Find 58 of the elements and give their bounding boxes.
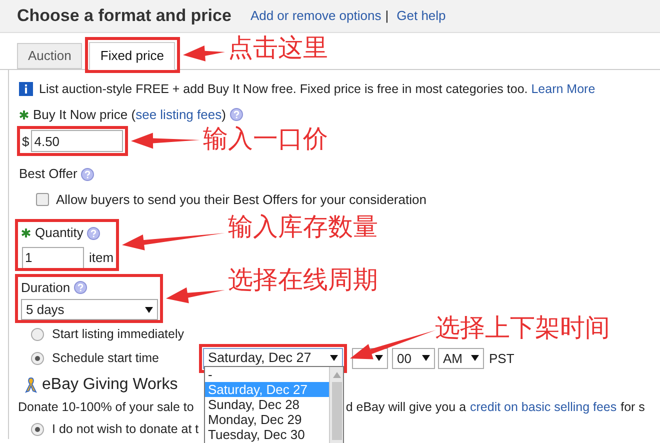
annotation-label: 选择在线周期 — [228, 265, 378, 295]
radio-button[interactable] — [31, 422, 44, 436]
listing-fees-link[interactable]: see listing fees — [136, 106, 222, 122]
help-icon[interactable] — [74, 281, 88, 294]
section-heading: eBay Giving Works — [42, 375, 178, 396]
radio-button[interactable] — [31, 328, 44, 342]
unit-label: item — [89, 249, 114, 267]
timezone-label: PST — [489, 350, 514, 368]
help-icon[interactable] — [87, 226, 100, 240]
field-label: Best Offer — [19, 165, 78, 184]
caret-icon — [422, 355, 430, 362]
checkbox-label: Allow buyers to send you their Best Offers for your consideration — [56, 190, 426, 209]
duration-select[interactable]: 5 days — [21, 299, 158, 320]
quantity-input[interactable]: 1 — [22, 246, 84, 269]
help-link[interactable]: Get help — [396, 6, 446, 26]
help-icon[interactable] — [81, 168, 94, 180]
annotation-label: 输入一口价 — [203, 124, 328, 154]
checkbox[interactable] — [36, 193, 49, 206]
ribbon-icon — [25, 377, 37, 394]
field-label: Buy It Now price (see listing fees) — [33, 106, 226, 124]
caret-icon — [145, 306, 153, 313]
section-title: Choose a format and price — [17, 5, 232, 28]
field-label: Duration — [21, 278, 70, 297]
caret-icon — [330, 355, 338, 362]
dropdown-option[interactable]: - — [205, 367, 329, 382]
radio-label: I do not wish to donate at t — [52, 421, 199, 438]
scroll-up-icon[interactable] — [332, 372, 340, 378]
donate-text: for s — [620, 399, 645, 416]
info-icon — [19, 82, 33, 96]
selling-fees-link[interactable]: credit on basic selling fees — [470, 398, 617, 417]
dropdown-option[interactable]: Monday, Dec 29 — [205, 412, 329, 427]
annotation-label: 选择上下架时间 — [435, 313, 610, 343]
annotation-label: 输入库存数量 — [228, 212, 378, 242]
radio-label: Schedule start time — [52, 350, 160, 367]
minute-select[interactable]: 00 — [392, 348, 435, 369]
field-label: Quantity — [35, 224, 84, 242]
dropdown-option[interactable]: Tuesday, Dec 30 — [205, 427, 329, 442]
radio-label: Start listing immediately — [52, 326, 184, 344]
currency-symbol: $ — [22, 132, 30, 150]
annotation-arrow — [166, 287, 225, 304]
caret-icon — [471, 355, 479, 362]
options-link[interactable]: Add or remove options — [250, 6, 382, 26]
donate-text: Donate 10-100% of your sale to — [18, 399, 194, 416]
ampm-select[interactable]: AM — [438, 348, 484, 369]
dropdown-option[interactable]: Sunday, Dec 28 — [205, 397, 329, 412]
radio-button[interactable] — [31, 352, 44, 365]
donate-text: d eBay will give you a — [346, 399, 466, 416]
tab[interactable]: Auction — [17, 43, 82, 69]
tab[interactable]: Fixed price — [89, 42, 175, 70]
learn-more-link[interactable]: Learn More — [531, 82, 596, 96]
scrollbar[interactable] — [329, 367, 343, 443]
info-text: List auction-style FREE + add Buy It Now free. Fixed price is free in most categories too. Learn More — [39, 81, 596, 98]
help-icon[interactable] — [230, 108, 243, 121]
link-separator: | — [385, 7, 389, 26]
annotation-arrow — [183, 46, 225, 62]
annotation-label: 点击这里 — [228, 33, 328, 63]
caret-icon — [375, 355, 383, 362]
price-input[interactable]: 4.50 — [31, 130, 124, 152]
